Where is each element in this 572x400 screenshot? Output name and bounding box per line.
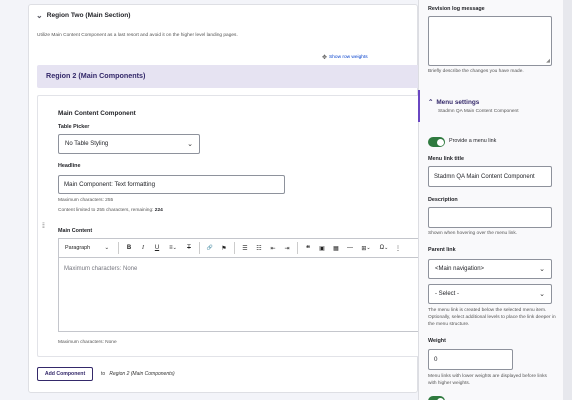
revision-log-label: Revision log message (428, 6, 485, 12)
italic-button[interactable]: I (136, 241, 150, 255)
paragraph-format-select[interactable]: Paragraph ⌄ (59, 241, 115, 255)
parent-link-sublevel-select[interactable]: - Select - ⌄ (428, 284, 552, 304)
chevron-down-icon: ⌄ (539, 291, 545, 298)
region-two-header[interactable]: ⌄ Region Two (Main Section) (36, 11, 130, 20)
scrollbar-track[interactable] (563, 0, 572, 400)
bold-button[interactable]: B (122, 241, 136, 255)
weight-hint: Menu links with lower weights are displa… (428, 374, 547, 386)
headline-remaining: Content limited to 255 characters, remai… (58, 208, 163, 213)
weight-label: Weight (428, 338, 446, 344)
bulleted-list-icon[interactable]: ☰ (238, 241, 252, 255)
description-label: Description (428, 197, 458, 203)
chevron-down-icon: ⌄ (172, 245, 177, 251)
headline-max-chars: Maximum characters: 255 (58, 198, 114, 203)
horizontal-line-icon[interactable]: — (343, 241, 357, 255)
show-row-weights-link[interactable]: ✥ Show row weights (322, 54, 368, 61)
region-description: Utilize Main Content Component as a last… (37, 33, 238, 38)
numbered-list-icon[interactable]: ☷ (252, 241, 266, 255)
parent-link-label: Parent link (428, 247, 456, 253)
toolbar-separator (234, 242, 235, 254)
parent-link-select[interactable]: <Main navigation> ⌄ (428, 259, 552, 279)
menu-link-title-input[interactable]: Stadmn QA Main Content Component (428, 166, 552, 187)
active-section-indicator (418, 90, 420, 122)
table-icon[interactable]: ⊞ ⌄ (357, 241, 375, 255)
resize-handle-icon[interactable]: ◢ (546, 58, 550, 64)
chevron-down-icon: ⌄ (104, 245, 109, 251)
components-title: Region 2 (Main Components) (46, 71, 146, 80)
editor-placeholder: Maximum characters: None (64, 266, 138, 272)
flag-icon[interactable]: ⚑ (217, 241, 231, 255)
blockquote-icon[interactable]: ❝ (301, 241, 315, 255)
chevron-down-icon: ⌄ (384, 245, 389, 251)
add-component-button[interactable]: Add Component (37, 367, 93, 381)
toolbar-separator (199, 242, 200, 254)
description-input[interactable] (428, 207, 552, 228)
menu-link-title-label: Menu link title (428, 156, 464, 162)
drag-arrows-icon: ✥ (322, 55, 328, 61)
chevron-down-icon: ⌄ (187, 141, 193, 148)
weight-input[interactable]: 0 (428, 349, 513, 370)
chevron-down-icon: ⌄ (539, 266, 545, 273)
main-content-label: Main Content (58, 228, 93, 234)
chevron-down-icon: ⌄ (36, 11, 43, 20)
parent-link-hint: The menu link is created below the selec… (428, 308, 556, 327)
revision-log-hint: Briefly describe the changes you have ma… (428, 69, 524, 74)
description-hint: Shown when hovering over the menu link. (428, 231, 518, 236)
remove-format-button[interactable]: T (182, 241, 196, 255)
special-characters-icon[interactable]: Ω ⌄ (375, 241, 393, 255)
editor-toolbar: Paragraph ⌄ B I U ≡ ⌄ T 🔗 ⚑ ☰ ☷ ⇤ ⇥ ❝ ▣ ▦ … (58, 238, 418, 258)
table-picker-label: Table Picker (58, 124, 90, 130)
component-title: Main Content Component (58, 110, 136, 117)
provide-menu-link-toggle[interactable] (428, 137, 445, 147)
chevron-down-icon: ⌄ (366, 245, 371, 251)
provide-menu-link-label: Provide a menu link (449, 138, 497, 144)
headline-label: Headline (58, 163, 81, 169)
revision-log-textarea[interactable]: ◢ (428, 16, 552, 66)
more-options-icon[interactable]: ⋮ (393, 241, 403, 255)
headline-input[interactable]: Main Component: Text formatting (58, 175, 285, 194)
underline-button[interactable]: U (150, 241, 164, 255)
menu-settings-toggle[interactable]: ⌃ Menu settings (428, 98, 479, 107)
image-icon[interactable]: ▣ (315, 241, 329, 255)
align-button[interactable]: ≡ ⌄ (164, 241, 182, 255)
add-component-target: to Region 2 (Main Components) (101, 371, 175, 377)
outdent-icon[interactable]: ⇤ (266, 241, 280, 255)
next-toggle[interactable] (428, 396, 445, 400)
chevron-up-icon: ⌃ (428, 99, 434, 106)
media-icon[interactable]: ▦ (329, 241, 343, 255)
main-content-max-chars: Maximum characters: None (58, 340, 117, 345)
region-two-title: Region Two (Main Section) (46, 12, 131, 19)
indent-icon[interactable]: ⇥ (280, 241, 294, 255)
table-picker-select[interactable]: No Table Styling ⌄ (58, 134, 200, 154)
link-icon[interactable]: 🔗 (203, 241, 217, 255)
drag-handle-icon[interactable]: ⁞⁞ (42, 223, 45, 230)
menu-settings-summary: Stadmn QA Main Content Component (438, 109, 519, 114)
toolbar-separator (118, 242, 119, 254)
toolbar-separator (297, 242, 298, 254)
